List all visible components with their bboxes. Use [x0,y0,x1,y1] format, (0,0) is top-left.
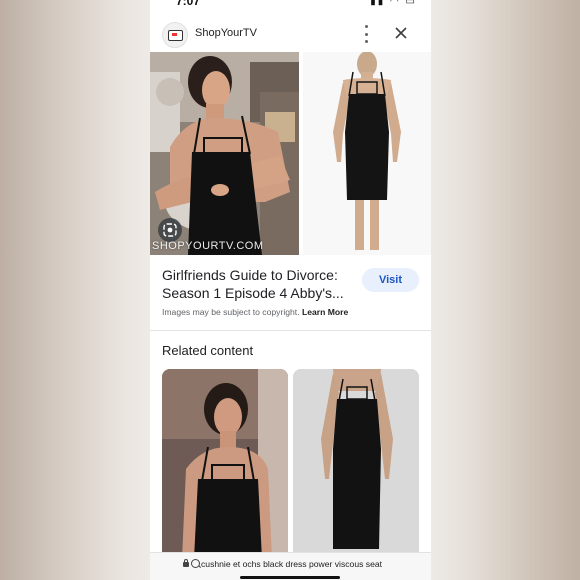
product-image[interactable] [303,52,431,255]
main-image[interactable]: SHOPYOURTV.COM [150,52,299,255]
phone-screen: 7:07 ▮▮ ◠ ▭ ShopYourTV SHOPYOURTV.COM Gi… [150,0,431,580]
related-image[interactable] [162,369,288,559]
home-indicator[interactable] [240,576,340,579]
search-query[interactable]: cushnie et ochs black dress power viscou… [201,559,427,569]
learn-more-link[interactable]: Learn More [302,307,348,317]
related-heading: Related content [162,343,254,358]
copyright-notice: Images may be subject to copyright. Lear… [162,307,348,317]
result-title[interactable]: Girlfriends Guide to Divorce: Season 1 E… [162,266,347,302]
status-icons: ▮▮ ◠ ▭ [370,0,417,7]
watermark: SHOPYOURTV.COM [152,240,264,252]
close-icon[interactable] [394,26,408,40]
lens-icon[interactable] [158,218,182,242]
more-vert-icon[interactable] [359,25,373,43]
status-time: 7:07 [176,0,201,8]
status-bar: 7:07 ▮▮ ◠ ▭ [150,0,431,8]
header: ShopYourTV [150,18,431,50]
tv-icon[interactable] [162,22,188,48]
search-icon [191,559,200,568]
divider [150,330,431,331]
site-name[interactable]: ShopYourTV [195,27,257,39]
visit-button[interactable]: Visit [362,268,419,292]
related-image[interactable] [293,369,419,559]
lock-icon [183,559,189,567]
copyright-text: Images may be subject to copyright. [162,307,300,317]
